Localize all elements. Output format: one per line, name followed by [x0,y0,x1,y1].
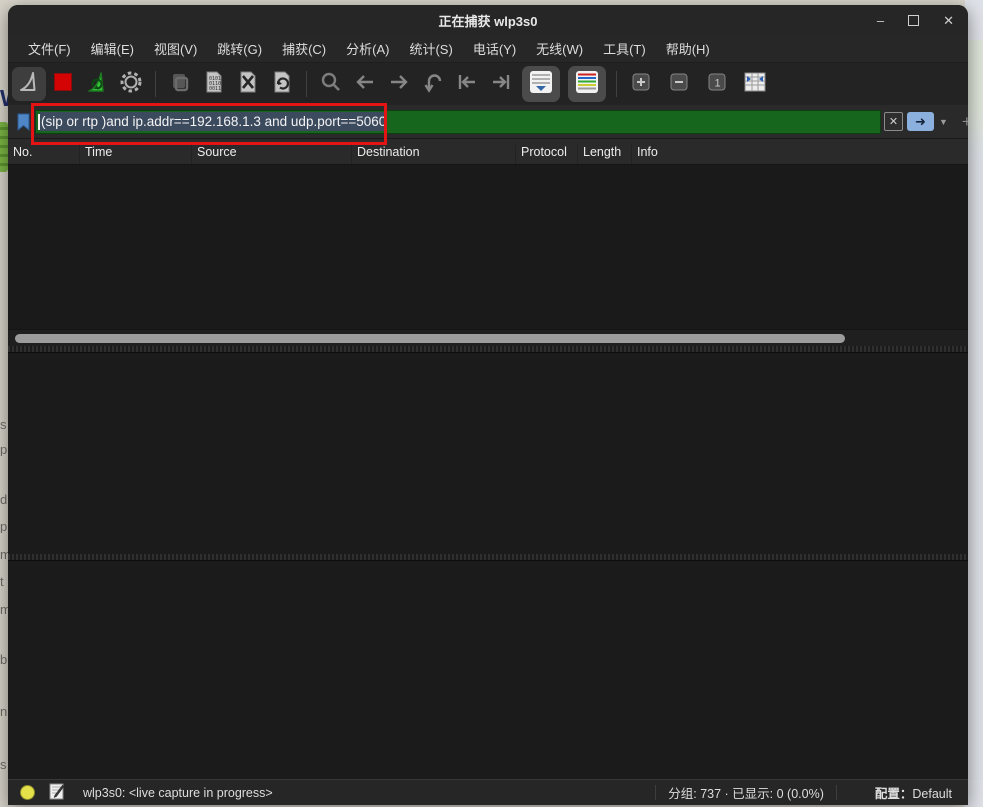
desktop-background [968,40,983,780]
save-file-icon: 010101100011 [202,70,226,99]
profile-label: 配置： [875,787,913,801]
resize-columns-icon [743,70,767,99]
restart-capture-button[interactable] [80,67,114,101]
menu-statistics[interactable]: 统计(S) [399,36,462,61]
restart-shark-fin-icon [84,69,110,100]
toolbar-separator [616,71,617,97]
menu-wireless[interactable]: 无线(W) [526,36,593,61]
wireshark-window: 正在捕获 wlp3s0 – ✕ 文件(F) 编辑(E) 视图(V) 跳转(G) … [8,5,968,805]
maximize-button[interactable] [908,15,919,26]
close-file-button[interactable] [231,67,265,101]
reload-file-button[interactable] [265,67,299,101]
column-header-source[interactable]: Source [192,145,352,164]
column-header-destination[interactable]: Destination [352,145,516,164]
zoom-100-button[interactable]: 1 [700,67,734,101]
zoom-in-icon [630,71,652,98]
menu-capture[interactable]: 捕获(C) [272,36,336,61]
go-forward-button[interactable] [382,67,416,101]
expert-info-icon[interactable] [20,785,35,800]
packet-counts-text: 分组: 737 · 已显示: 0 (0.0%) [668,783,824,802]
apply-filter-button[interactable]: ➜ [907,112,934,131]
main-toolbar: 010101100011 [8,63,968,105]
colorize-icon [574,69,600,100]
resize-columns-button[interactable] [738,67,772,101]
toolbar-separator [155,71,156,97]
scrollbar-thumb[interactable] [15,334,845,343]
go-first-packet-button[interactable] [450,67,484,101]
statusbar-separator [655,785,656,800]
arrow-right-icon [387,70,411,99]
zoom-100-icon: 1 [706,71,728,98]
packet-details-pane[interactable] [8,352,968,555]
go-last-packet-button[interactable] [484,67,518,101]
menu-telephony[interactable]: 电话(Y) [463,36,526,61]
shark-fin-icon [16,69,42,100]
colorize-button[interactable] [568,66,606,102]
menu-tools[interactable]: 工具(T) [593,36,656,61]
toolbar-separator [306,71,307,97]
close-button[interactable]: ✕ [943,14,954,27]
gear-icon [118,69,144,100]
menu-analyze[interactable]: 分析(A) [336,36,399,61]
menu-help[interactable]: 帮助(H) [656,36,720,61]
goto-arrow-icon [421,70,445,99]
go-to-packet-button[interactable] [416,67,450,101]
menu-go[interactable]: 跳转(G) [207,36,272,61]
zoom-out-button[interactable] [662,67,696,101]
first-packet-icon [455,70,479,99]
go-back-button[interactable] [348,67,382,101]
stop-square-icon [51,70,75,99]
reload-file-icon [270,70,294,99]
search-icon [319,70,343,99]
status-bar: wlp3s0: <live capture in progress> 分组: 7… [8,779,968,805]
column-header-no[interactable]: No. [8,145,80,164]
filter-bar: (sip or rtp )and ip.addr==192.168.1.3 an… [8,105,968,139]
profile-value: Default [912,787,952,801]
clear-filter-button[interactable]: ✕ [884,112,903,131]
last-packet-icon [489,70,513,99]
column-header-info[interactable]: Info [632,145,968,164]
open-file-icon [168,70,192,99]
menu-file[interactable]: 文件(F) [18,36,81,61]
column-header-time[interactable]: Time [80,145,192,164]
menu-bar: 文件(F) 编辑(E) 视图(V) 跳转(G) 捕获(C) 分析(A) 统计(S… [8,35,968,63]
zoom-in-button[interactable] [624,67,658,101]
packet-bytes-pane[interactable] [8,560,968,780]
desktop-background-icon [0,122,8,172]
packet-list-header: No. Time Source Destination Protocol Len… [8,139,968,165]
capture-options-button[interactable] [114,67,148,101]
filter-expression: (sip or rtp )and ip.addr==192.168.1.3 an… [40,112,387,131]
auto-scroll-icon [528,69,554,100]
auto-scroll-button[interactable] [522,66,560,102]
window-title: 正在捕获 wlp3s0 [439,11,538,30]
title-bar[interactable]: 正在捕获 wlp3s0 – ✕ [8,5,968,36]
column-header-length[interactable]: Length [578,145,632,164]
arrow-left-icon [353,70,377,99]
column-header-protocol[interactable]: Protocol [516,145,578,164]
filter-bookmark-icon[interactable] [14,112,32,132]
filter-dropdown-caret[interactable]: ▼ [939,117,948,127]
zoom-out-icon [668,71,690,98]
menu-view[interactable]: 视图(V) [144,36,207,61]
svg-text:1: 1 [715,77,721,89]
open-file-button[interactable] [163,67,197,101]
close-file-icon [236,70,260,99]
statusbar-separator [836,785,837,800]
packet-list-pane[interactable] [8,165,968,329]
profile-section[interactable]: 配置：Default [875,783,952,802]
capture-status-text: wlp3s0: <live capture in progress> [83,786,643,800]
display-filter-input[interactable]: (sip or rtp )and ip.addr==192.168.1.3 an… [35,110,881,134]
find-packet-button[interactable] [314,67,348,101]
start-capture-button[interactable] [12,67,46,101]
horizontal-scrollbar[interactable] [8,329,968,347]
minimize-button[interactable]: – [877,14,884,27]
capture-comment-icon[interactable] [49,783,65,803]
stop-capture-button[interactable] [46,67,80,101]
svg-text:0011: 0011 [209,86,221,92]
add-filter-button[interactable]: + [962,112,968,132]
save-file-button[interactable]: 010101100011 [197,67,231,101]
menu-edit[interactable]: 编辑(E) [81,36,144,61]
